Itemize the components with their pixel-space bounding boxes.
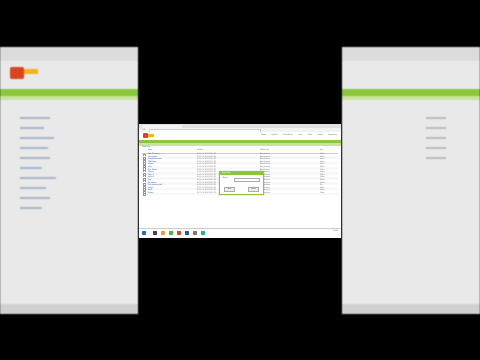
- nav-home[interactable]: Home: [261, 135, 266, 136]
- folder-name-input[interactable]: [234, 177, 260, 182]
- app-icon[interactable]: [153, 231, 157, 235]
- header-nav: Home My Files Shared Files Sites Tasks P…: [256, 135, 337, 136]
- row-checkbox[interactable]: [143, 193, 147, 197]
- nav-people[interactable]: People: [318, 135, 323, 136]
- col-name[interactable]: Name: [148, 150, 152, 152]
- row-modified: Fri 10 Oct 2014 10:12:58: [197, 192, 216, 194]
- cancel-button[interactable]: Cancel: [248, 187, 259, 192]
- breadcrumb[interactable]: Repository: [142, 147, 150, 148]
- new-folder-dialog: New Folder Name Save Cancel: [219, 171, 264, 195]
- app4-icon[interactable]: [193, 231, 197, 235]
- row-name[interactable]: Reports: [148, 193, 154, 195]
- sub-toolbar: [139, 143, 341, 146]
- nav-tasks[interactable]: Tasks: [308, 135, 312, 136]
- app5-icon[interactable]: [201, 231, 205, 235]
- clock: 10:13: [333, 231, 338, 232]
- col-modified[interactable]: Modified: [197, 150, 203, 152]
- dialog-title: New Folder: [220, 172, 263, 175]
- folder-icon[interactable]: [161, 231, 165, 235]
- blurred-background-left: [0, 47, 138, 314]
- blurred-background-right: [342, 47, 480, 314]
- nav-repository[interactable]: Repository: [329, 135, 337, 136]
- app-header: Home My Files Shared Files Sites Tasks P…: [139, 132, 341, 140]
- app3-icon[interactable]: [185, 231, 189, 235]
- row-type: Folder: [320, 192, 325, 194]
- browser-window: ‹ › ⟳ Home My Files Shared Files Sites T…: [139, 124, 341, 238]
- windows-taskbar: 10:13: [139, 228, 341, 238]
- app2-icon[interactable]: [177, 231, 181, 235]
- dialog-label: Name: [223, 178, 228, 179]
- save-button[interactable]: Save: [224, 187, 235, 192]
- nav-my-files[interactable]: My Files: [272, 135, 278, 136]
- start-icon[interactable]: [142, 231, 146, 235]
- nav-sites[interactable]: Sites: [299, 135, 303, 136]
- logo-mark: [148, 134, 154, 137]
- nav-arrows-icon[interactable]: ‹ › ⟳: [140, 128, 145, 131]
- nav-shared-files[interactable]: Shared Files: [283, 135, 293, 136]
- col-type[interactable]: Type: [320, 150, 323, 152]
- browser-icon[interactable]: [169, 231, 173, 235]
- col-modified-by[interactable]: Modified By: [260, 150, 269, 152]
